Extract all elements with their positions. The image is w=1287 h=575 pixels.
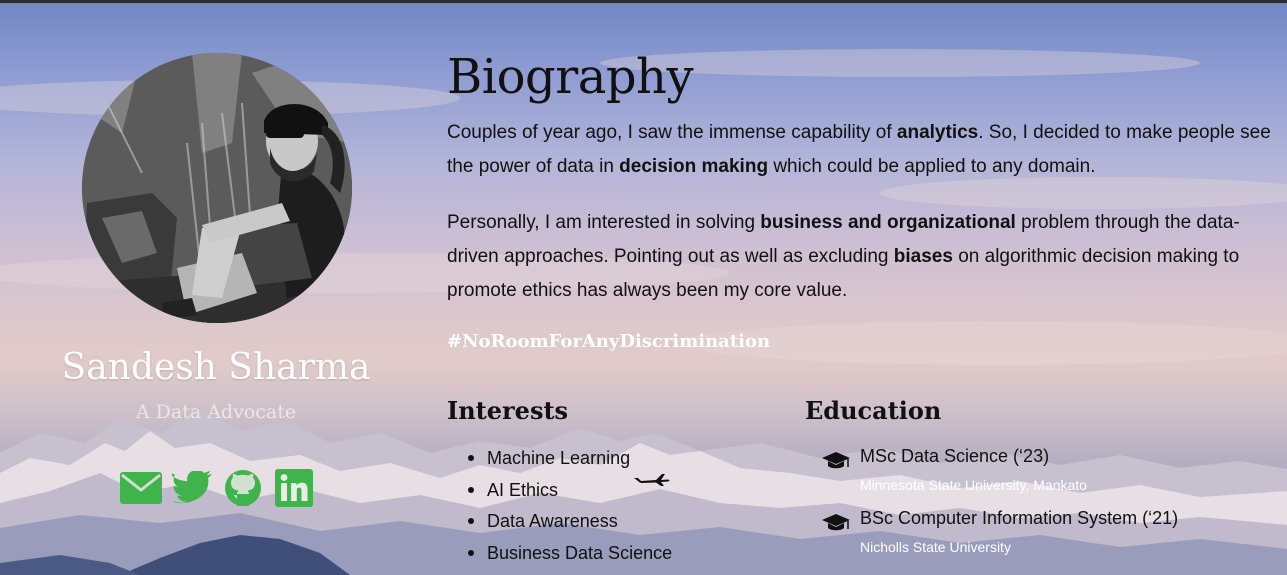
education-heading: Education — [805, 396, 942, 425]
linkedin-link[interactable] — [273, 469, 315, 507]
linkedin-icon — [275, 469, 313, 507]
education-degree: MSc Data Science (‘23) — [860, 446, 1050, 466]
github-link[interactable] — [222, 469, 264, 507]
interest-item: Data Awareness — [467, 507, 672, 539]
graduation-cap-icon — [822, 452, 850, 469]
bio-text: Couples of year ago, I saw the immense c… — [447, 122, 897, 143]
bio-text: which could be applied to any domain. — [768, 156, 1096, 177]
interest-item: Business Data Science — [467, 539, 672, 571]
bio-emphasis: business and organizational — [760, 212, 1016, 233]
interests-list: Machine Learning AI Ethics Data Awarenes… — [467, 444, 672, 571]
twitter-link[interactable] — [171, 469, 213, 507]
bio-emphasis: biases — [893, 246, 953, 267]
graduation-cap-icon — [822, 514, 850, 531]
education-school: Minnesota State University, Mankato — [860, 477, 1087, 493]
interest-item: Machine Learning — [467, 444, 672, 476]
github-icon — [225, 470, 261, 506]
education-degree: BSc Computer Information System (‘21) — [860, 508, 1179, 528]
airplane-icon — [634, 474, 670, 486]
email-link[interactable] — [120, 469, 162, 507]
bio-text: Personally, I am interested in solving — [447, 212, 761, 233]
profile-tagline: A Data Advocate — [135, 401, 297, 423]
bio-emphasis: analytics — [896, 122, 979, 143]
biography-paragraph-2: Personally, I am interested in solving b… — [447, 206, 1279, 308]
profile-name: Sandesh Sharma — [61, 347, 371, 388]
interests-heading: Interests — [447, 396, 569, 425]
twitter-icon — [172, 471, 212, 504]
profile-photo — [82, 53, 352, 323]
person-photo-illustration — [82, 53, 352, 323]
biography-paragraph-1: Couples of year ago, I saw the immense c… — [447, 116, 1279, 184]
education-school: Nicholls State University — [860, 539, 1011, 555]
hashtag: #NoRoomForAnyDiscrimination — [447, 331, 771, 352]
hero-section: Sandesh Sharma A Data Advocate Biography… — [0, 3, 1287, 575]
bio-emphasis: decision making — [619, 156, 769, 177]
envelope-icon — [120, 472, 162, 504]
social-links — [120, 469, 315, 507]
biography-heading: Biography — [447, 49, 694, 105]
